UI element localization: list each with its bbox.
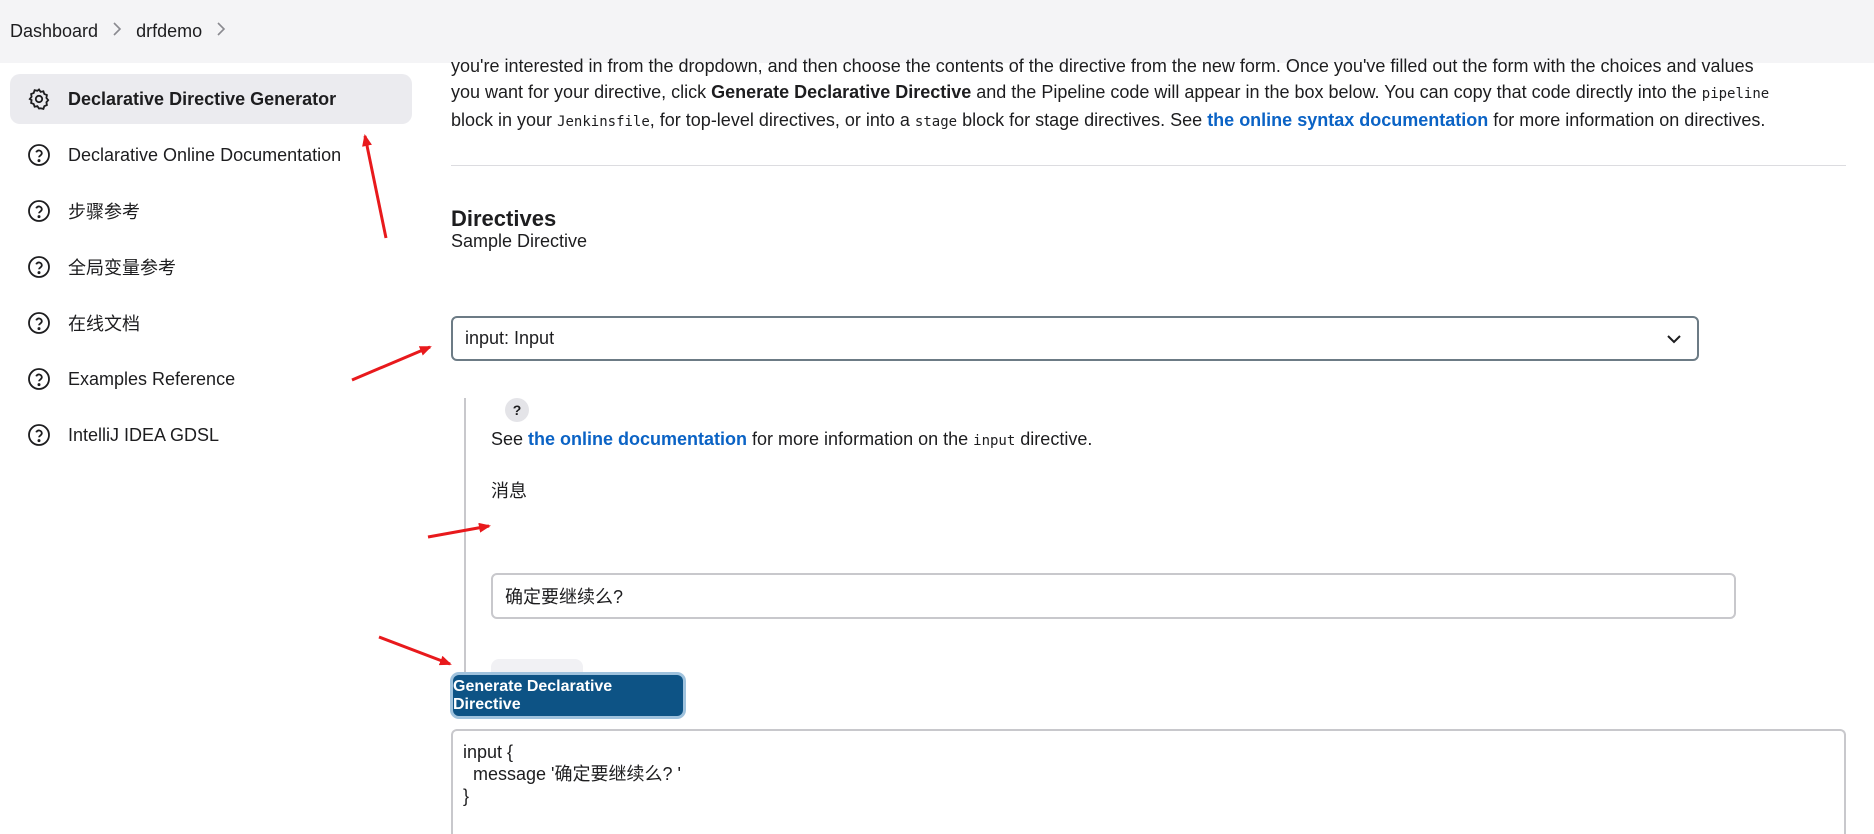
divider xyxy=(451,165,1846,166)
help-text-part: for more information on the xyxy=(747,429,974,449)
help-text-part: directive. xyxy=(1015,429,1093,449)
sample-directive-select[interactable]: input: Input xyxy=(451,316,1699,361)
intro-text-part: for more information on directives. xyxy=(1488,110,1766,130)
intro-text-part: block in your xyxy=(451,110,558,130)
intro-code: pipeline xyxy=(1701,86,1770,102)
help-code: input xyxy=(973,433,1016,449)
help-circle-icon xyxy=(26,254,52,280)
chevron-right-icon xyxy=(112,21,122,42)
help-circle-icon xyxy=(26,142,52,168)
intro-line: you want for your directive, click Gener… xyxy=(451,79,1846,107)
sidebar-item-intellij-gdsl[interactable]: IntelliJ IDEA GDSL xyxy=(10,410,412,460)
chevron-down-icon xyxy=(1665,330,1683,353)
help-circle-icon xyxy=(26,422,52,448)
sidebar-item-label: Examples Reference xyxy=(68,368,236,389)
intro-code: stage xyxy=(914,114,958,130)
intro-line: you're interested in from the dropdown, … xyxy=(451,53,1846,79)
input-directive-section: ? See the online documentation for more … xyxy=(464,398,1866,703)
intro-text-part: block for stage directives. See xyxy=(957,110,1208,130)
message-label: 消息 xyxy=(491,481,527,501)
intro-bold-text: Generate Declarative Directive xyxy=(711,82,972,102)
intro-text-part: , for top-level directives, or into a xyxy=(649,110,915,130)
sidebar-item-label: 步骤参考 xyxy=(68,202,140,222)
help-circle-icon xyxy=(26,198,52,224)
sidebar-item-examples-reference[interactable]: Examples Reference xyxy=(10,354,412,404)
intro-code: Jenkinsfile xyxy=(557,114,650,130)
intro-text: you're interested in from the dropdown, … xyxy=(451,53,1846,135)
gear-icon xyxy=(26,86,52,112)
sidebar: Declarative Directive Generator Declarat… xyxy=(10,74,412,466)
syntax-docs-link[interactable]: the online syntax documentation xyxy=(1207,110,1488,130)
help-icon[interactable]: ? xyxy=(505,398,529,422)
breadcrumb-drfdemo[interactable]: drfdemo xyxy=(136,21,202,42)
message-input-value: 确定要继续么? xyxy=(505,587,624,607)
annotation-arrow xyxy=(378,635,452,666)
sidebar-item-directive-generator[interactable]: Declarative Directive Generator xyxy=(10,74,412,124)
sample-directive-label: Sample Directive xyxy=(451,231,588,251)
intro-text-part: you want for your directive, click xyxy=(451,82,712,102)
sidebar-item-steps-reference[interactable]: 步骤参考 xyxy=(10,186,412,236)
sidebar-item-online-documentation[interactable]: Declarative Online Documentation xyxy=(10,130,412,180)
sidebar-item-online-docs-cn[interactable]: 在线文档 xyxy=(10,298,412,348)
sidebar-item-label: 在线文档 xyxy=(68,314,140,334)
input-help-text: See the online documentation for more in… xyxy=(491,429,1092,450)
message-input[interactable]: 确定要继续么? xyxy=(491,573,1736,619)
help-text-part: See xyxy=(491,429,529,449)
directives-heading: Directives xyxy=(451,206,557,231)
generate-directive-button[interactable]: Generate Declarative Directive xyxy=(453,675,683,716)
sidebar-item-label: 全局变量参考 xyxy=(68,258,176,278)
page: Dashboard drfdemo Declarative Directive … xyxy=(0,0,1874,834)
help-circle-icon xyxy=(26,310,52,336)
intro-text-part: and the Pipeline code will appear in the… xyxy=(971,82,1702,102)
help-circle-icon xyxy=(26,366,52,392)
intro-text-part: you're interested in from the dropdown, … xyxy=(451,56,1754,76)
breadcrumb-dashboard[interactable]: Dashboard xyxy=(10,21,98,42)
select-value: input: Input xyxy=(465,328,555,348)
online-documentation-link[interactable]: the online documentation xyxy=(528,429,747,449)
chevron-right-icon[interactable] xyxy=(216,21,226,42)
intro-line: block in your Jenkinsfile, for top-level… xyxy=(451,107,1846,135)
sidebar-item-global-variables[interactable]: 全局变量参考 xyxy=(10,242,412,292)
sidebar-item-label: Declarative Online Documentation xyxy=(68,144,342,165)
sidebar-item-label: Declarative Directive Generator xyxy=(68,88,337,109)
sidebar-item-label: IntelliJ IDEA GDSL xyxy=(68,424,220,445)
generated-code-output[interactable]: input { message '确定要继续么? ' } xyxy=(451,729,1846,834)
